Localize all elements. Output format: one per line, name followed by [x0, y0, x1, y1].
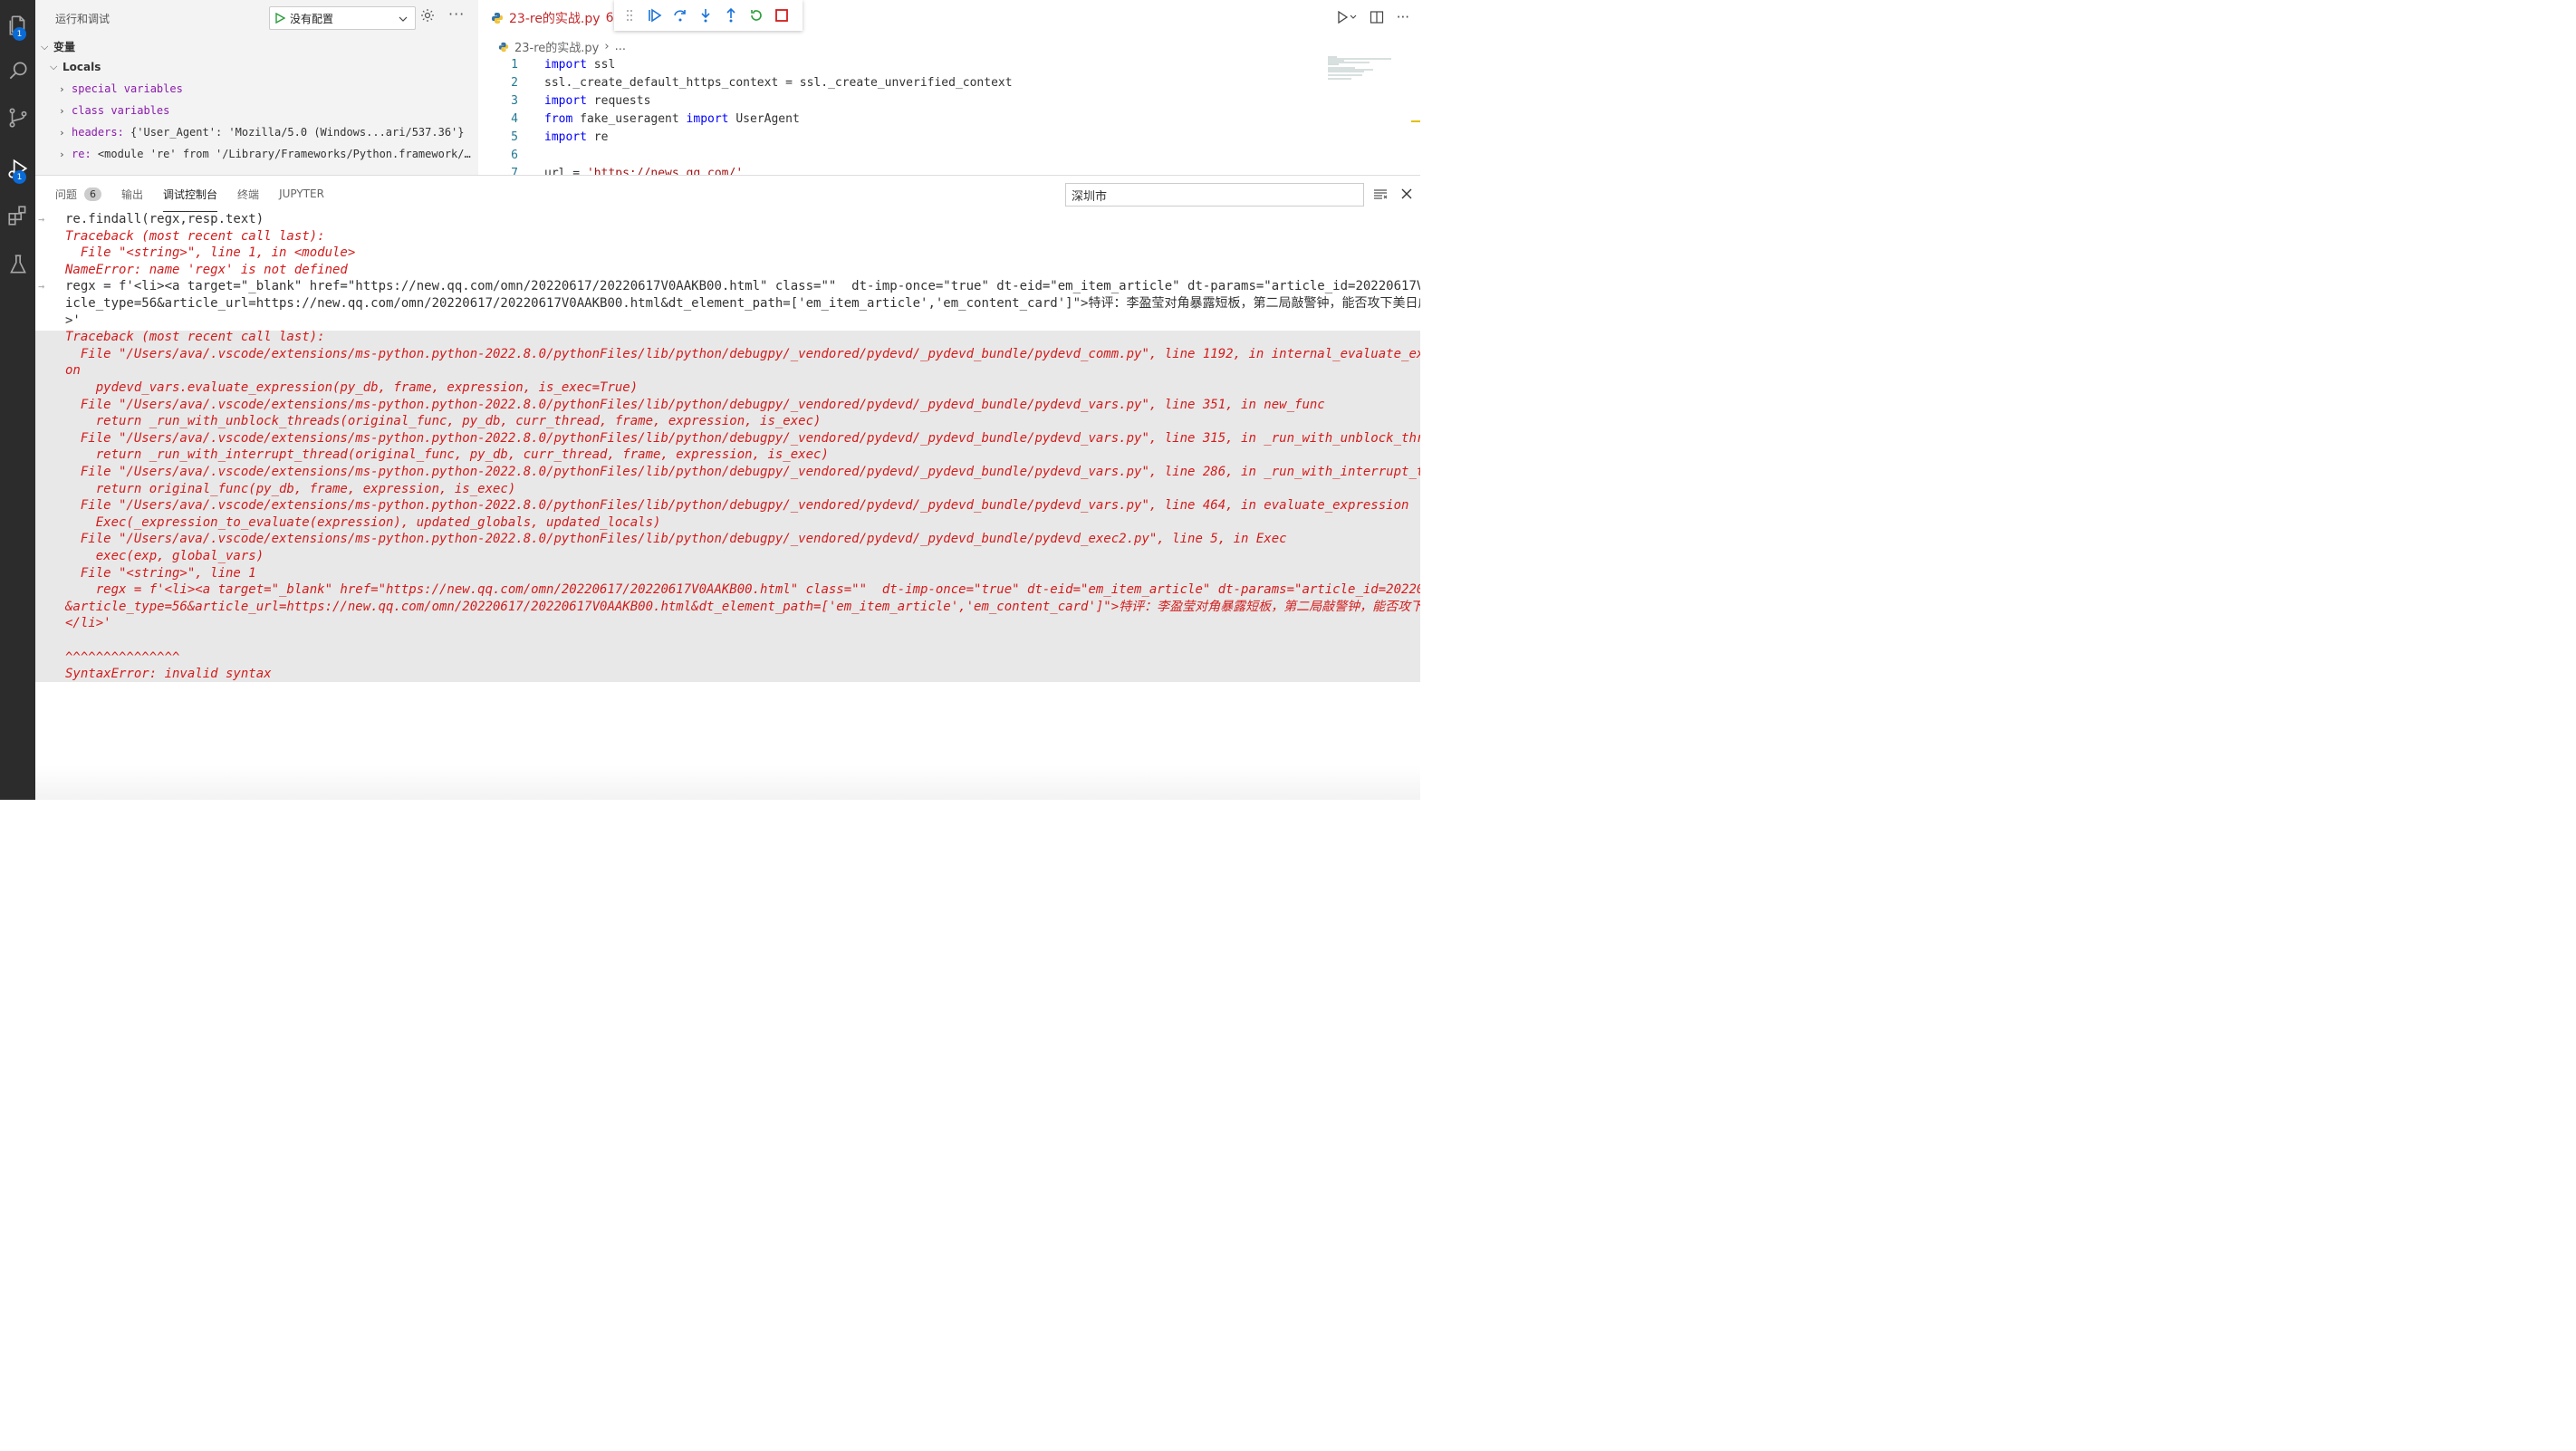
chevron-right-icon: ›	[59, 104, 65, 117]
console-error-line: on	[65, 363, 81, 379]
console-error-line: File "<string>", line 1, in <module>	[65, 245, 356, 261]
console-error-line: File "/Users/ava/.vscode/extensions/ms-p…	[65, 498, 1409, 514]
console-error-line: File "/Users/ava/.vscode/extensions/ms-p…	[65, 532, 1287, 547]
drag-handle-icon[interactable]	[621, 7, 638, 24]
editor-actions: ···	[1337, 9, 1409, 25]
input-prompt-icon: →	[38, 213, 45, 226]
launch-config-label: 没有配置	[290, 12, 334, 25]
console-output-line: icle_type=56&article_url=https://new.qq.…	[65, 296, 1420, 311]
python-file-icon	[492, 13, 503, 24]
variables-section-title: 变量	[53, 41, 76, 53]
console-error-line: pydevd_vars.evaluate_expression(py_db, f…	[65, 380, 639, 395]
bottom-panel: 问题 6 输出 调试控制台 终端 JUPYTER 深圳市 re.findall(r…	[35, 175, 1420, 801]
console-error-line: File "/Users/ava/.vscode/extensions/ms-p…	[65, 397, 1325, 412]
step-over-icon[interactable]	[672, 7, 688, 24]
activity-bar: 1 1	[0, 0, 35, 800]
tab-debug-console[interactable]: 调试控制台	[163, 187, 218, 212]
console-error-line: regx = f'<li><a target="_blank" href="ht…	[65, 582, 1420, 598]
split-editor-icon[interactable]	[1370, 10, 1384, 24]
variable-row[interactable]: › special variables	[59, 82, 183, 95]
run-file-icon[interactable]	[1337, 11, 1357, 24]
console-error-line: NameError: name 'regx' is not defined	[65, 262, 348, 277]
restart-icon[interactable]	[748, 7, 764, 24]
console-error-line: File "/Users/ava/.vscode/extensions/ms-p…	[65, 346, 1420, 361]
launch-config-select[interactable]: 没有配置	[269, 6, 416, 30]
explorer-badge: 1	[13, 27, 26, 41]
console-error-line: </li>'	[65, 616, 111, 631]
console-input-line: regx = f'<li><a target="_blank" href="ht…	[65, 279, 1420, 294]
step-out-icon[interactable]	[723, 7, 739, 24]
chevron-right-icon: ›	[59, 82, 65, 95]
tab-terminal[interactable]: 终端	[237, 187, 259, 202]
breadcrumb: 23-re的实战.py › ...	[498, 38, 626, 55]
gear-icon[interactable]	[420, 8, 435, 26]
tab-output[interactable]: 输出	[121, 187, 143, 202]
step-into-icon[interactable]	[697, 7, 714, 24]
tab-jupyter[interactable]: JUPYTER	[279, 187, 324, 200]
panel-bottom	[35, 765, 1420, 800]
locals-label: Locals	[62, 61, 101, 73]
console-filter-input[interactable]: 深圳市	[1065, 183, 1364, 207]
search-icon[interactable]	[0, 53, 35, 89]
console-error-line: return _run_with_interrupt_thread(origin…	[65, 447, 829, 463]
breadcrumb-file[interactable]: 23-re的实战.py	[514, 38, 599, 55]
continue-icon[interactable]	[647, 7, 663, 24]
editor-tab[interactable]: 23-re的实战.py 6	[491, 9, 613, 27]
editor-area: 23-re的实战.py 6 ··· 23-re的实战.py › ... 1 imp…	[478, 0, 1420, 175]
console-error-line: &article_type=56&article_url=https://new…	[65, 599, 1420, 614]
console-error-line: ^^^^^^^^^^^^^^^	[65, 649, 180, 665]
input-prompt-icon: →	[38, 280, 45, 293]
console-error-line: return original_func(py_db, frame, expre…	[65, 481, 516, 496]
console-error-line: File "/Users/ava/.vscode/extensions/ms-p…	[65, 465, 1420, 479]
debug-badge: 1	[13, 170, 26, 184]
console-error-line: File "<string>", line 1	[65, 565, 256, 581]
extensions-icon[interactable]	[0, 197, 35, 234]
console-input-line: re.findall(regx,resp.text)	[65, 212, 264, 226]
sidebar-title: 运行和调试	[55, 13, 111, 25]
minimap[interactable]	[1328, 56, 1400, 83]
chevron-right-icon: ›	[59, 126, 65, 139]
more-actions-icon[interactable]: ···	[1397, 9, 1409, 25]
stop-icon[interactable]	[774, 7, 790, 24]
variable-row[interactable]: › headers: {'User_Agent': 'Mozilla/5.0 (…	[59, 126, 465, 139]
panel-tabs: 问题 6 输出 调试控制台 终端 JUPYTER	[35, 176, 324, 212]
variables-section-header[interactable]: ⌵ 变量	[41, 39, 75, 54]
variable-row[interactable]: › class variables	[59, 104, 169, 117]
chevron-down-icon: ⌵	[41, 40, 49, 53]
close-panel-icon[interactable]	[1400, 187, 1413, 204]
start-debugging-icon[interactable]	[270, 13, 290, 24]
run-debug-icon[interactable]: 1	[0, 150, 35, 187]
clear-console-icon[interactable]	[1373, 187, 1388, 205]
chevron-right-icon: ›	[604, 40, 610, 53]
testing-icon[interactable]	[0, 246, 35, 283]
breadcrumb-more[interactable]: ...	[615, 40, 626, 53]
tab-filename: 23-re的实战.py	[509, 12, 601, 26]
problems-count-badge: 6	[84, 187, 102, 201]
chevron-down-icon	[399, 12, 408, 24]
tab-problems[interactable]: 问题 6	[55, 187, 102, 202]
python-file-icon	[498, 42, 509, 52]
console-error-line: Traceback (most recent call last):	[65, 330, 325, 345]
locals-scope[interactable]: ⌵ Locals	[50, 61, 101, 73]
console-output-line: >'	[65, 312, 81, 328]
run-debug-sidebar: 运行和调试 没有配置 ··· ⌵ 变量 ⌵ Locals › special v…	[35, 0, 478, 175]
tab-problem-count: 6	[605, 11, 614, 25]
console-error-line: Traceback (most recent call last):	[65, 228, 325, 244]
console-error-line: Exec(_expression_to_evaluate(expression)…	[65, 514, 661, 530]
variable-row[interactable]: › re: <module 're' from '/Library/Framew…	[59, 148, 471, 160]
more-actions-icon[interactable]: ···	[448, 5, 465, 23]
explorer-icon[interactable]: 1	[0, 7, 35, 43]
scrollbar-marker	[1411, 120, 1420, 122]
source-control-icon[interactable]	[0, 100, 35, 136]
console-error-line: File "/Users/ava/.vscode/extensions/ms-p…	[65, 430, 1420, 446]
chevron-down-icon: ⌵	[50, 61, 58, 72]
console-error-line: exec(exp, global_vars)	[65, 549, 264, 563]
chevron-right-icon: ›	[59, 148, 65, 160]
console-error-line: SyntaxError: invalid syntax	[65, 667, 272, 682]
debug-toolbar	[614, 0, 803, 31]
console-error-line: return _run_with_unblock_threads(origina…	[65, 414, 822, 429]
